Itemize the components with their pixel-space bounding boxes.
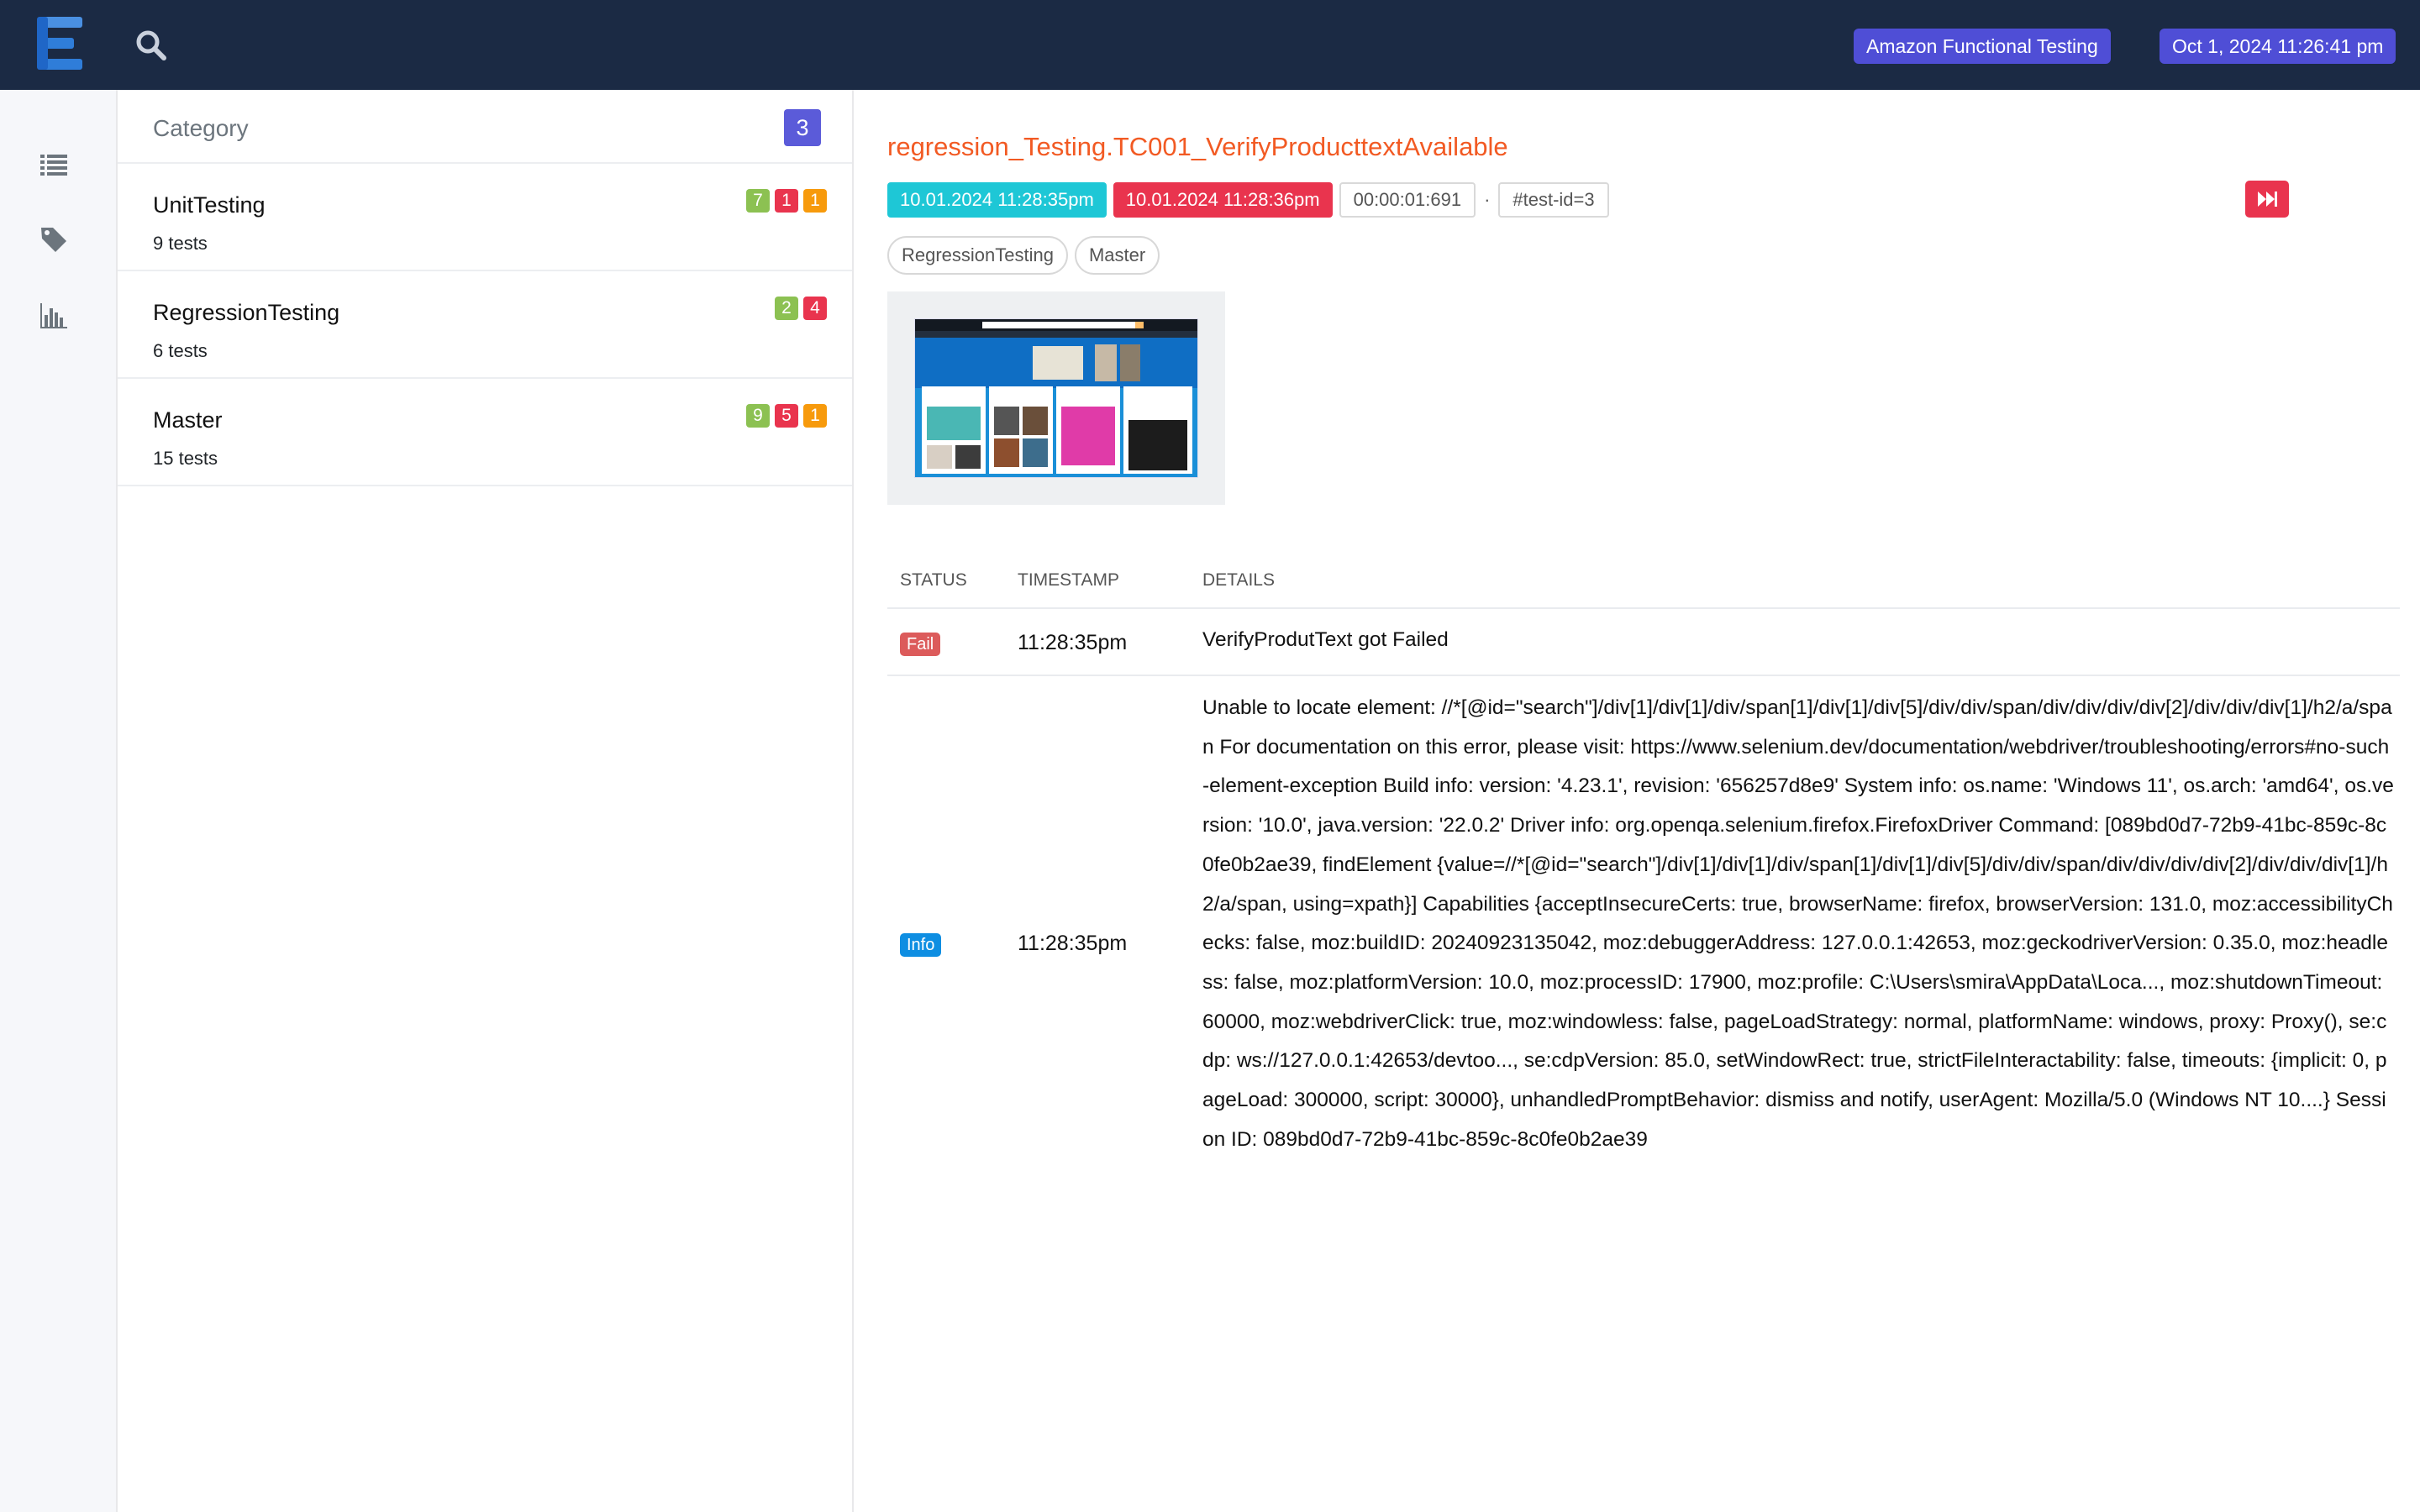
screenshot-thumbnail[interactable] [887,291,1225,505]
fail-count-badge: 1 [775,189,798,213]
list-icon[interactable] [37,148,71,181]
category-panel: Category 3 UnitTesting 9 tests 7 1 1 Reg… [116,90,854,1512]
start-time-badge: 10.01.2024 11:28:35pm [887,182,1107,218]
category-test-count: 15 tests [153,448,218,469]
pass-count-badge: 9 [746,404,770,428]
tag-list: RegressionTesting Master [887,236,1160,275]
details-column-header: Details [1202,570,1275,590]
category-name: RegressionTesting [153,300,340,325]
category-test-count: 6 tests [153,340,208,361]
side-nav [0,90,116,1512]
fail-count-badge: 4 [803,297,827,320]
test-detail-pane: regression_Testing.TC001_VerifyProductte… [854,90,2420,1512]
test-meta-row: 10.01.2024 11:28:35pm 10.01.2024 11:28:3… [887,182,1609,218]
status-badge-info: Info [900,933,942,957]
category-item-master[interactable]: Master 15 tests 9 5 1 [118,379,852,486]
timestamp-column-header: Timestamp [1018,570,1119,590]
skip-count-badge: 1 [803,189,827,213]
status-pills: 9 5 1 [746,404,827,428]
log-details: Unable to locate element: //*[@id="searc… [1202,696,2394,1151]
category-name: UnitTesting [153,192,266,218]
pass-count-badge: 2 [775,297,798,320]
project-name-badge: Amazon Functional Testing [1854,29,2111,64]
separator-dot: · [1484,189,1491,210]
pass-count-badge: 7 [746,189,770,213]
category-header: Category 3 [118,90,852,164]
test-title: regression_Testing.TC001_VerifyProductte… [887,132,1508,161]
screenshot-image [914,318,1198,478]
fail-count-badge: 5 [775,404,798,428]
category-item-unittesting[interactable]: UnitTesting 9 tests 7 1 1 [118,164,852,271]
log-row-info: Info 11:28:35pm Unable to locate element… [887,676,2400,1231]
category-name: Master [153,407,223,433]
fast-forward-icon[interactable] [2245,181,2289,218]
log-table-header: Status Timestamp Details [887,560,2400,609]
category-title: Category [153,115,249,141]
log-details: VerifyProdutText got Failed [1202,628,1449,651]
log-timestamp: 11:28:35pm [1018,932,1128,955]
log-timestamp: 11:28:35pm [1018,631,1128,654]
duration-badge: 00:00:01:691 [1339,182,1476,218]
tag-regressiontesting[interactable]: RegressionTesting [887,236,1068,275]
top-navbar: Amazon Functional Testing Oct 1, 2024 11… [0,0,2420,90]
status-column-header: Status [900,570,967,590]
status-pills: 7 1 1 [746,189,827,213]
extent-logo-icon[interactable] [37,15,84,74]
bar-chart-icon[interactable] [37,298,71,332]
skip-count-badge: 1 [803,404,827,428]
tag-master[interactable]: Master [1074,236,1160,275]
category-test-count: 9 tests [153,233,208,254]
category-count-badge: 3 [784,109,821,146]
search-icon[interactable] [134,29,168,62]
category-item-regressiontesting[interactable]: RegressionTesting 6 tests 2 4 [118,271,852,379]
log-row-fail: Fail 11:28:35pm VerifyProdutText got Fai… [887,609,2400,676]
status-badge-fail: Fail [900,633,941,656]
report-date-badge: Oct 1, 2024 11:26:41 pm [2160,29,2396,64]
end-time-badge: 10.01.2024 11:28:36pm [1113,182,1333,218]
status-pills: 2 4 [775,297,827,320]
tag-icon[interactable] [37,223,71,256]
test-id-badge: #test-id=3 [1498,182,1609,218]
